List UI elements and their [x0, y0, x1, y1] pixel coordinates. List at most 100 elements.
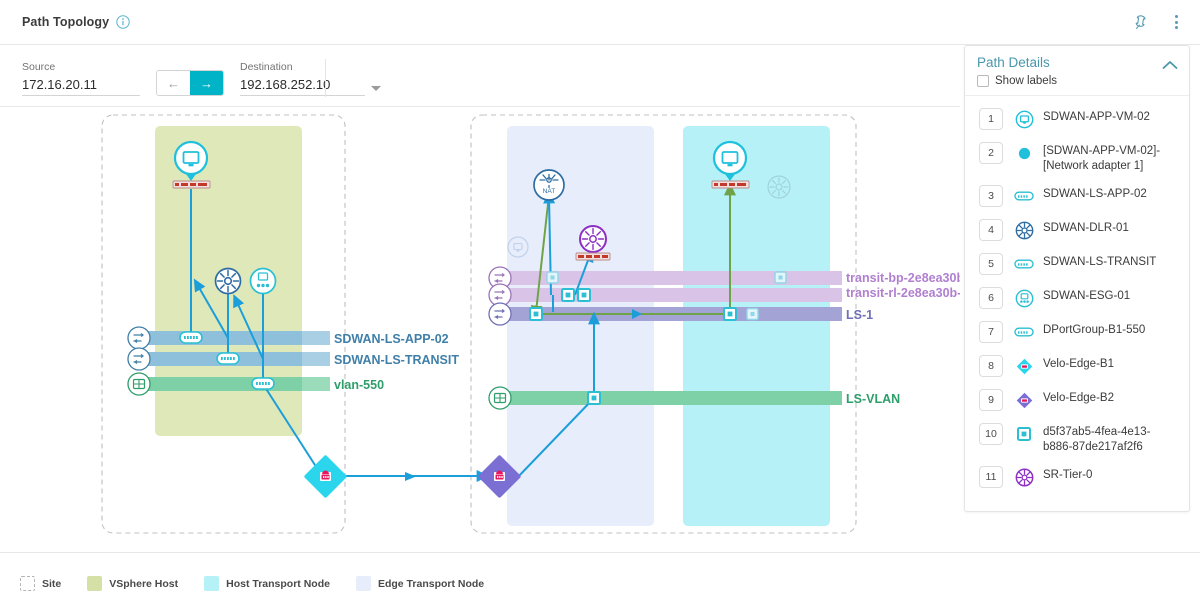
velo-edge-purple-icon	[1011, 388, 1037, 412]
list-item[interactable]: 1 SDWAN-APP-VM-02	[965, 102, 1189, 136]
list-item[interactable]: 2 [SDWAN-APP-VM-02]-[Network adapter 1]	[965, 136, 1189, 179]
list-item[interactable]: 6 SDWAN-ESG-01	[965, 281, 1189, 315]
segment-bar-ls-vlan[interactable]	[505, 391, 842, 405]
legend-item-edge-transport-node: Edge Transport Node	[355, 576, 484, 591]
node-nat[interactable]: NAT	[533, 169, 565, 201]
node-dlr-left[interactable]	[214, 267, 242, 295]
list-item-number: 5	[979, 253, 1003, 275]
list-item-number: 1	[979, 108, 1003, 130]
legend-label-site: Site	[42, 577, 62, 590]
titlebar-actions	[1132, 11, 1186, 33]
list-item[interactable]: 5 SDWAN-LS-TRANSIT	[965, 247, 1189, 281]
chevron-up-icon[interactable]	[1162, 57, 1178, 75]
segment-label-ls-transit[interactable]: SDWAN-LS-TRANSIT	[334, 353, 459, 367]
list-item[interactable]: 9 Velo-Edge-B2	[965, 383, 1189, 417]
list-item-number: 6	[979, 287, 1003, 309]
legend-label-vsphere-host: VSphere Host	[109, 577, 179, 590]
dot-icon	[1011, 141, 1037, 165]
list-item[interactable]: 10 d5f37ab5-4fea-4e13-b886-87de217af2f6	[965, 417, 1189, 460]
list-item[interactable]: 7 DPortGroup-B1-550	[965, 315, 1189, 349]
destination-input[interactable]	[240, 77, 365, 96]
direction-back-button[interactable]: ←	[157, 71, 190, 95]
list-item-number: 9	[979, 389, 1003, 411]
sr-tier0-icon	[1011, 465, 1037, 489]
list-item-label: SDWAN-LS-TRANSIT	[1043, 256, 1157, 268]
path-details-title: Path Details	[977, 55, 1050, 70]
topology-canvas[interactable]: NAT SDWAN-LS-APP-02 SDWAN-LS-TRANSIT vla…	[0, 107, 960, 552]
logical-switch-icon	[1011, 184, 1037, 208]
segment-bar-transit-rl[interactable]	[505, 288, 842, 302]
page-title: Path Topology	[22, 15, 110, 29]
segment-icon-vlan-550[interactable]	[127, 372, 151, 396]
nat-node-label: NAT	[543, 188, 556, 195]
segment-icon-ls-vlan[interactable]	[488, 386, 512, 410]
chevron-down-icon[interactable]	[371, 86, 381, 91]
list-item-label: Velo-Edge-B1	[1043, 358, 1114, 370]
segment-icon-ls-app-02[interactable]	[127, 326, 151, 350]
show-labels-checkbox[interactable]: Show labels	[977, 75, 1177, 87]
inter-site-arrow	[405, 472, 416, 481]
destination-field-group: Destination	[240, 61, 381, 96]
kebab-menu-icon[interactable]	[1166, 11, 1186, 33]
direction-toggle: ← →	[156, 70, 224, 96]
titlebar: Path Topology	[0, 0, 1200, 45]
list-item-label: Velo-Edge-B2	[1043, 392, 1114, 404]
list-item-number: 7	[979, 321, 1003, 343]
source-label: Source	[22, 61, 56, 73]
segment-label-ls-vlan[interactable]: LS-VLAN	[846, 392, 900, 406]
list-item-label: SR-Tier-0	[1043, 469, 1093, 481]
legend: Site VSphere Host Host Transport Node Ed…	[0, 552, 1200, 614]
list-item[interactable]: 8 Velo-Edge-B1	[965, 349, 1189, 383]
legend-swatch-site	[20, 576, 35, 591]
legend-item-site: Site	[20, 576, 61, 591]
segment-label-ls-app-02[interactable]: SDWAN-LS-APP-02	[334, 332, 449, 346]
direction-forward-button[interactable]: →	[190, 71, 223, 95]
pin-icon[interactable]	[1132, 11, 1152, 33]
path-topology-window: Path Topology Source 172.16.20.11 ← → De…	[0, 0, 1200, 614]
list-item-label: [SDWAN-APP-VM-02]-[Network adapter 1]	[1043, 145, 1161, 172]
logical-switch-icon	[1011, 252, 1037, 276]
node-vm-right[interactable]	[711, 140, 750, 189]
segment-icon-ls-transit[interactable]	[127, 347, 151, 371]
list-item-label: DPortGroup-B1-550	[1043, 324, 1146, 336]
legend-item-vsphere-host: VSphere Host	[87, 576, 178, 591]
list-item-label: SDWAN-APP-VM-02	[1043, 111, 1150, 123]
path-details-list: 1 SDWAN-APP-VM-02 2 [SDWAN-APP-VM-02]-[N…	[965, 96, 1189, 498]
node-esg-left[interactable]	[249, 267, 277, 295]
segment-label-transit-bp[interactable]: transit-bp-2e8ea30b-	[846, 271, 960, 285]
legend-swatch-vsphere-host	[87, 576, 103, 591]
segment-bar-ls-app-02[interactable]	[143, 331, 330, 345]
node-vm-left[interactable]	[172, 140, 211, 189]
list-item-label: SDWAN-ESG-01	[1043, 290, 1131, 302]
list-item[interactable]: 11 SR-Tier-0	[965, 460, 1189, 494]
segment-label-ls-1[interactable]: LS-1	[846, 308, 873, 322]
source-field-group: Source	[22, 61, 140, 96]
router-icon	[1011, 218, 1037, 242]
segment-bar-vlan-550[interactable]	[143, 377, 330, 391]
list-item-label: SDWAN-DLR-01	[1043, 222, 1129, 234]
list-item[interactable]: 3 SDWAN-LS-APP-02	[965, 179, 1189, 213]
logical-switch-icon	[1011, 320, 1037, 344]
path-details-panel: Path Details Show labels 1 SDWAN-APP-VM-…	[964, 45, 1190, 512]
legend-item-host-transport-node: Host Transport Node	[204, 576, 330, 591]
port-icon	[1011, 422, 1037, 446]
node-velo-edge-b1[interactable]	[304, 455, 348, 499]
list-item-number: 2	[979, 142, 1003, 164]
segment-label-transit-rl[interactable]: transit-rl-2e8ea30b-3	[846, 286, 960, 300]
show-labels-checkbox-box[interactable]	[977, 75, 989, 87]
topology-svg: NAT SDWAN-LS-APP-02 SDWAN-LS-TRANSIT vla…	[101, 114, 960, 534]
vm-icon	[1011, 107, 1037, 131]
segment-icon-ls-1[interactable]	[488, 302, 512, 326]
list-item-number: 4	[979, 219, 1003, 241]
list-item-number: 10	[979, 423, 1003, 445]
legend-swatch-edge-transport-node	[355, 576, 371, 591]
source-input[interactable]	[22, 77, 140, 96]
info-icon[interactable]	[116, 15, 130, 29]
list-item[interactable]: 4 SDWAN-DLR-01	[965, 213, 1189, 247]
destination-label: Destination	[240, 61, 293, 73]
legend-label-host-transport-node: Host Transport Node	[226, 577, 330, 590]
edge-gateway-icon	[1011, 286, 1037, 310]
host-transport-node-panel	[683, 126, 830, 526]
path-details-header: Path Details Show labels	[965, 46, 1189, 96]
segment-label-vlan-550[interactable]: vlan-550	[334, 378, 384, 392]
